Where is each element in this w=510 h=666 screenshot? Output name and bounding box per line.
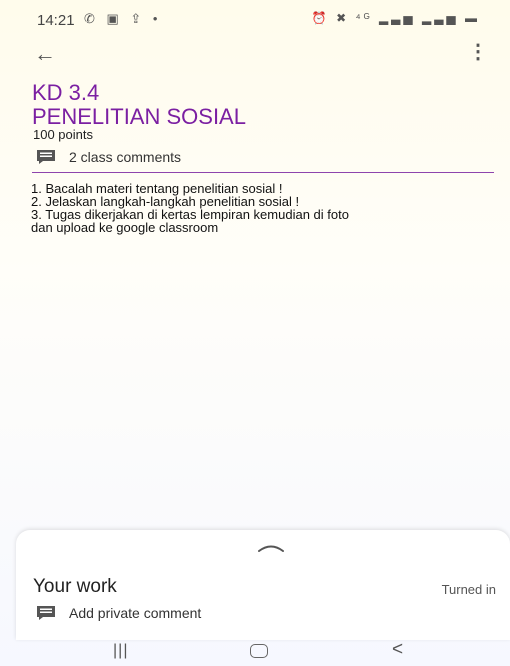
your-work-sheet[interactable]: Your work Turned in Add private comment xyxy=(16,530,510,640)
points-label: 100 points xyxy=(33,127,93,142)
system-status-icons: ⏰ ✖ ⁴ᴳ ▂▃▅ ▂▃▅ ▬ xyxy=(311,11,480,25)
assignment-title-line2: PENELITIAN SOSIAL xyxy=(32,104,246,129)
more-vert-icon[interactable]: ⋮ xyxy=(468,42,488,62)
assignment-title-line1: KD 3.4 xyxy=(32,80,100,105)
nav-back-icon[interactable]: < xyxy=(392,639,403,661)
turned-in-status: Turned in xyxy=(441,582,496,597)
class-comments-label: 2 class comments xyxy=(69,149,182,165)
navigation-bar: ||| < xyxy=(0,638,510,666)
instruction-line: dan upload ke google classroom xyxy=(31,220,219,235)
assignment-title: KD 3.4 PENELITIAN SOSIAL xyxy=(32,81,246,129)
status-time: 14:21 xyxy=(37,12,75,29)
your-work-heading: Your work xyxy=(33,576,117,597)
back-arrow-icon[interactable]: ← xyxy=(34,41,56,67)
add-private-comment-button[interactable]: Add private comment xyxy=(37,605,201,621)
assignment-instructions: 1. Bacalah materi tentang penelitian sos… xyxy=(31,182,501,234)
comment-icon xyxy=(37,606,55,620)
home-icon[interactable] xyxy=(250,644,268,658)
status-bar: 14:21 ✆ ▣ ⇪ • ⏰ ✖ ⁴ᴳ ▂▃▅ ▂▃▅ ▬ xyxy=(0,0,510,36)
class-comments-button[interactable]: 2 class comments xyxy=(37,147,181,167)
chevron-up-icon[interactable] xyxy=(257,540,285,554)
comment-icon xyxy=(37,150,55,164)
divider xyxy=(32,172,494,173)
add-private-comment-label: Add private comment xyxy=(69,605,202,621)
notification-icons: ✆ ▣ ⇪ • xyxy=(84,11,162,26)
recents-icon[interactable]: ||| xyxy=(113,642,128,660)
